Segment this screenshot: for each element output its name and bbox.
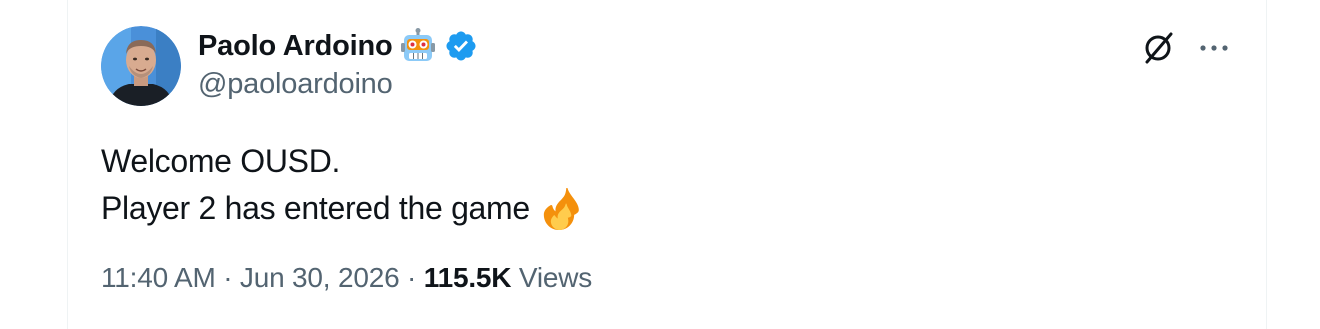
tweet-time[interactable]: 11:40 AM	[101, 262, 216, 294]
tweet-line-2: Player 2 has entered the game	[101, 185, 580, 232]
views-label: Views	[511, 262, 593, 293]
author-avatar[interactable]	[101, 26, 181, 106]
author-name[interactable]: Paolo Ardoino	[198, 30, 393, 63]
avatar-image	[101, 26, 181, 106]
grok-icon[interactable]	[1138, 28, 1178, 68]
meta-separator-1: ·	[215, 262, 240, 293]
tweet-date[interactable]: Jun 30, 2026	[240, 262, 400, 294]
more-icon[interactable]	[1193, 30, 1235, 66]
author-handle[interactable]: @paoloardoino	[198, 68, 393, 101]
tweet-meta: 11:40 AM · Jun 30, 2026 · 115.5K Views	[101, 262, 592, 294]
tweet-body: Welcome OUSD. Player 2 has entered the g…	[101, 138, 580, 232]
verified-icon[interactable]	[444, 29, 478, 63]
views-count[interactable]: 115.5K	[424, 262, 512, 294]
meta-separator-2: ·	[399, 262, 424, 293]
author-name-row: Paolo Ardoino	[198, 26, 478, 66]
fire-emoji-icon	[543, 187, 579, 230]
tweet-line-2-text: Player 2 has entered the game	[101, 190, 530, 226]
robot-face-emoji-icon	[401, 28, 436, 61]
tweet-line-1: Welcome OUSD.	[101, 143, 341, 179]
